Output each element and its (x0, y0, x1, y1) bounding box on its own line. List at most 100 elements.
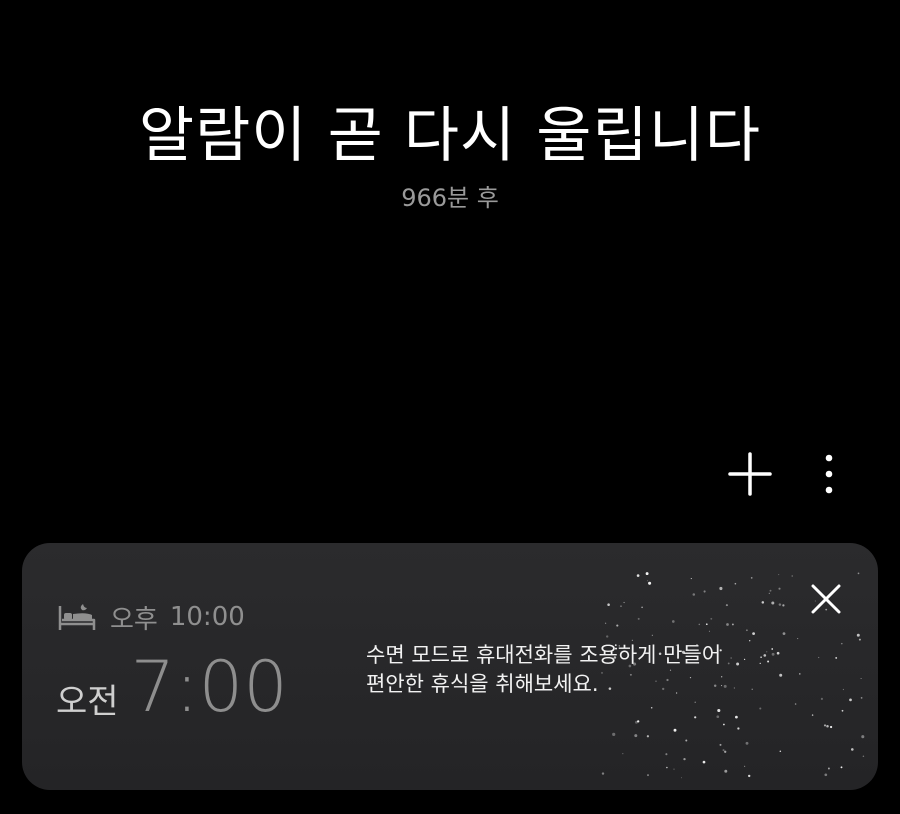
star-dot (646, 580, 649, 582)
star-dot (746, 629, 748, 632)
star-dot (651, 634, 653, 636)
star-dot (648, 581, 652, 585)
header: 알람이 곧 다시 울립니다 966분 후 (0, 96, 900, 214)
message-line: 편안한 휴식을 취해보세요. (366, 672, 599, 696)
add-alarm-button[interactable] (720, 444, 780, 504)
star-dot (778, 603, 782, 606)
star-dot (680, 777, 683, 779)
star-dot (799, 673, 801, 675)
star-dot (719, 586, 723, 591)
star-dot (841, 642, 843, 645)
star-dot (862, 755, 865, 757)
star-dot (818, 656, 820, 659)
star-dot (849, 698, 852, 702)
star-dot (703, 590, 706, 593)
bedtime-row: 오후 10:00 (58, 599, 245, 635)
star-dot (719, 743, 722, 746)
star-dot (634, 734, 638, 738)
star-dot (791, 575, 793, 577)
star-dot (692, 593, 696, 596)
star-dot (769, 589, 772, 592)
more-options-button[interactable] (806, 444, 852, 504)
star-dot (840, 766, 843, 769)
star-dot (861, 735, 865, 739)
star-dot (723, 723, 725, 726)
star-dot (761, 601, 765, 604)
star-dot (744, 765, 746, 767)
star-dot (858, 638, 861, 641)
bed-icon (58, 604, 96, 630)
star-dot (647, 774, 649, 777)
wake-ampm: 오전 (56, 682, 119, 722)
star-dot (698, 623, 701, 626)
star-dot (694, 716, 697, 719)
star-dot (811, 714, 814, 716)
star-dot (725, 604, 728, 607)
star-dot (665, 753, 668, 756)
star-dot (734, 582, 737, 585)
star-dot (771, 601, 775, 605)
star-dot (724, 769, 728, 773)
star-dot (607, 603, 610, 606)
star-dot (702, 760, 706, 764)
star-dot (842, 688, 844, 691)
star-dot (768, 592, 770, 594)
bedtime-time: 10:00 (169, 602, 245, 632)
star-dot (745, 741, 749, 745)
star-dot (860, 677, 862, 680)
star-dot (797, 638, 799, 640)
page-subtitle: 966분 후 (401, 184, 499, 212)
page-title: 알람이 곧 다시 울립니다 (138, 101, 762, 171)
star-dot (708, 630, 710, 632)
star-dot (779, 750, 782, 753)
star-dot (604, 622, 607, 624)
star-dot (694, 701, 696, 703)
sleep-mode-card[interactable]: 오후 10:00 오전 7:00 수면 모드로 휴대전화를 조용하게 만들어 편… (22, 543, 878, 790)
star-dot (716, 715, 720, 719)
star-dot (673, 768, 675, 770)
star-dot (856, 633, 860, 637)
star-dot (748, 774, 751, 778)
star-dot (645, 572, 649, 576)
star-dot (857, 572, 860, 575)
star-dot (778, 587, 781, 590)
close-card-button[interactable] (802, 575, 850, 623)
star-dot (650, 707, 653, 709)
star-dot (750, 577, 753, 579)
star-dot (829, 725, 833, 729)
more-vertical-icon (825, 454, 833, 494)
star-dot (752, 632, 755, 635)
star-dot (683, 757, 686, 761)
star-dot (823, 724, 827, 727)
star-dot (690, 578, 692, 580)
star-dot (782, 632, 786, 635)
star-dot (710, 617, 713, 620)
star-dot (612, 732, 616, 736)
star-dot (685, 739, 688, 742)
star-dot (620, 605, 622, 607)
alarm-screen: 알람이 곧 다시 울립니다 966분 후 오후 10:00 오전 7:00 수면… (0, 0, 900, 814)
star-dot (759, 707, 762, 710)
star-dot (717, 708, 721, 713)
star-dot (731, 623, 734, 626)
star-dot (637, 720, 640, 723)
star-dot (820, 697, 823, 700)
star-dot (841, 709, 844, 712)
star-dot (622, 753, 624, 755)
star-dot (850, 748, 854, 751)
star-dot (641, 606, 643, 609)
star-dot (673, 728, 677, 732)
star-dot (826, 724, 829, 728)
plus-icon (728, 452, 772, 496)
message-line: 수면 모드로 휴대전화를 조용하게 만들어 (366, 643, 722, 667)
star-dot (671, 620, 675, 623)
star-dot (827, 767, 830, 770)
star-dot (724, 750, 727, 753)
star-dot (726, 623, 729, 626)
star-dot (646, 735, 650, 738)
star-dot (601, 772, 605, 775)
star-dot (737, 727, 740, 730)
sleep-mode-message: 수면 모드로 휴대전화를 조용하게 만들어 편안한 휴식을 취해보세요. (366, 641, 786, 699)
star-dot (623, 601, 625, 604)
wake-row: 오전 7:00 (56, 647, 288, 727)
